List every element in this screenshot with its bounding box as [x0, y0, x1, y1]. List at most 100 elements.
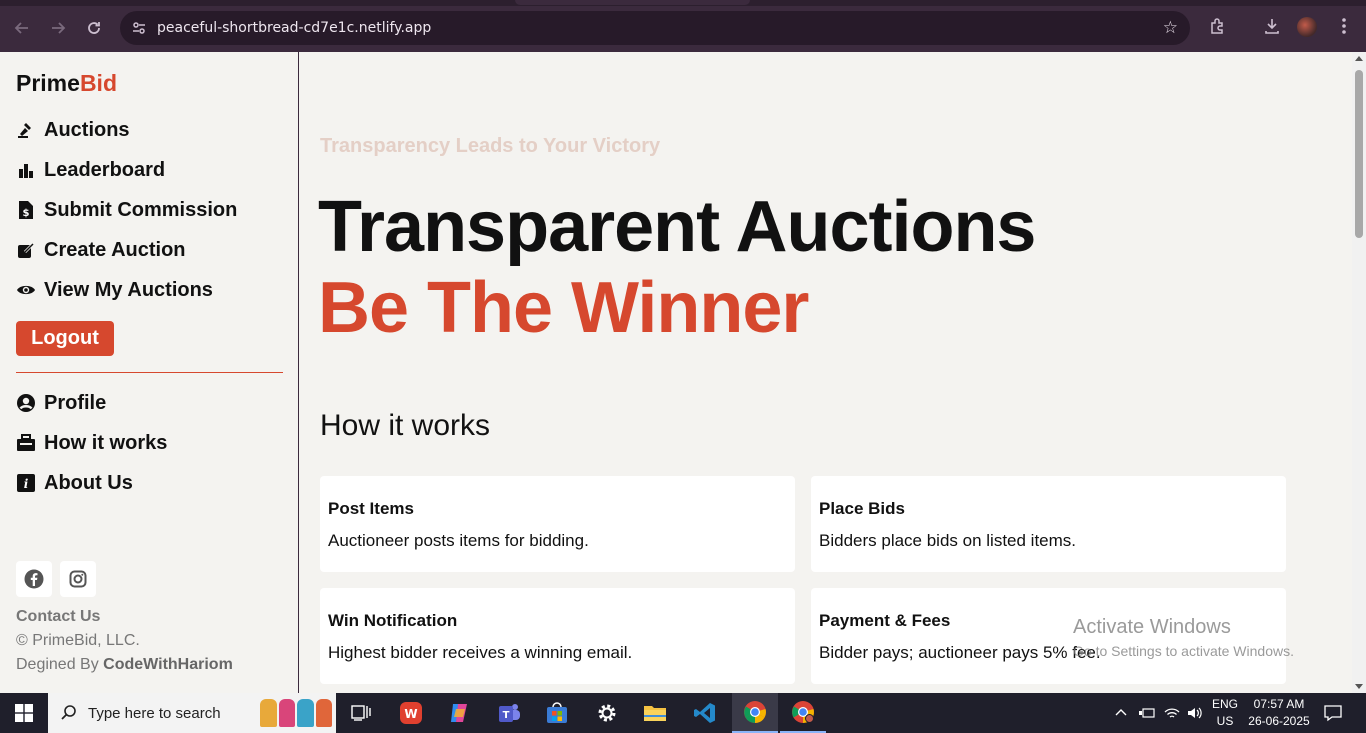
battery-icon[interactable] — [1138, 693, 1156, 733]
user-circle-icon — [16, 393, 36, 413]
notification-center-icon[interactable] — [1323, 693, 1343, 733]
clock-date: 26-06-2025 — [1248, 714, 1310, 728]
hero-title-line2: Be The Winner — [318, 268, 809, 348]
download-icon[interactable] — [1260, 14, 1284, 38]
windows-start-icon[interactable] — [0, 693, 48, 733]
wps-office-icon[interactable]: W — [388, 693, 434, 733]
more-menu-icon[interactable] — [1332, 14, 1356, 38]
hero-tagline: Transparency Leads to Your Victory — [320, 135, 661, 157]
url-text[interactable]: peaceful-shortbread-cd7e1c.netlify.app — [157, 20, 431, 36]
facebook-icon[interactable] — [16, 561, 52, 597]
nav-item-profile[interactable]: Profile — [16, 389, 106, 417]
search-highlight-illustration — [260, 699, 332, 727]
contact-us-link[interactable]: Contact Us — [16, 608, 100, 626]
bar-chart-icon — [16, 160, 36, 180]
logo-main-text: Prime — [16, 70, 80, 96]
search-icon — [61, 705, 76, 720]
app-logo[interactable]: PrimeBid — [16, 70, 117, 97]
info-icon: i — [16, 473, 36, 493]
nav-item-auctions[interactable]: Auctions — [16, 116, 130, 144]
eye-icon — [16, 280, 36, 300]
nav-label: About Us — [44, 471, 133, 494]
hero-title-line1: Transparent Auctions — [318, 187, 1036, 267]
chrome-profile-icon[interactable] — [780, 693, 826, 733]
svg-text:T: T — [503, 710, 510, 721]
scroll-up-arrow-icon[interactable] — [1355, 56, 1363, 61]
copilot-icon[interactable] — [436, 693, 482, 733]
nav-label: Leaderboard — [44, 158, 166, 181]
browser-toolbar: peaceful-shortbread-cd7e1c.netlify.app ☆ — [0, 0, 1366, 52]
card-title: Place Bids — [819, 499, 905, 518]
page-scrollbar[interactable] — [1352, 52, 1366, 693]
back-arrow-icon[interactable] — [8, 14, 36, 42]
nav-label: Create Auction — [44, 238, 186, 261]
scrollbar-thumb[interactable] — [1355, 70, 1363, 238]
step-card-place-bids: Place Bids Bidders place bids on listed … — [811, 476, 1286, 572]
teams-icon[interactable]: T — [486, 693, 532, 733]
nav-label: Submit Commission — [44, 198, 238, 221]
taskbar-search-box[interactable]: Type here to search — [48, 693, 336, 733]
input-language-indicator[interactable]: ENG US — [1211, 696, 1239, 730]
watermark-title: Activate Windows — [1073, 616, 1231, 638]
card-description: Highest bidder receives a winning email. — [328, 643, 633, 662]
bookmark-star-icon[interactable]: ☆ — [1163, 18, 1178, 38]
svg-text:W: W — [404, 707, 417, 721]
lang-region: US — [1216, 714, 1234, 728]
svg-text:$: $ — [23, 208, 30, 219]
reload-icon[interactable] — [80, 14, 108, 42]
scroll-down-arrow-icon[interactable] — [1355, 684, 1363, 689]
card-title: Post Items — [328, 499, 414, 518]
nav-item-create-auction[interactable]: Create Auction — [16, 236, 186, 264]
nav-item-about-us[interactable]: i About Us — [16, 469, 133, 497]
nav-label: Auctions — [44, 118, 130, 141]
card-description: Bidders place bids on listed items. — [819, 531, 1077, 550]
microsoft-store-icon[interactable] — [534, 693, 580, 733]
logo-accent-text: Bid — [79, 70, 117, 96]
file-explorer-icon[interactable] — [632, 693, 678, 733]
active-tab[interactable] — [515, 0, 750, 5]
settings-gear-icon[interactable] — [584, 693, 630, 733]
step-card-post-items: Post Items Auctioneer posts items for bi… — [320, 476, 795, 572]
card-description: Auctioneer posts items for bidding. — [328, 531, 589, 550]
site-settings-icon[interactable] — [130, 19, 148, 37]
main-content: Transparency Leads to Your Victory Trans… — [300, 52, 1352, 693]
designed-by-prefix: Degined By — [16, 656, 104, 673]
profile-avatar[interactable] — [1297, 17, 1317, 37]
copyright-text: © PrimeBid, LLC. — [16, 632, 140, 649]
nav-item-leaderboard[interactable]: Leaderboard — [16, 156, 165, 184]
volume-icon[interactable] — [1186, 693, 1204, 733]
designed-by-author[interactable]: CodeWithHariom — [103, 656, 233, 673]
dollar-file-icon: $ — [16, 200, 36, 220]
clock-time: 07:57 AM — [1253, 697, 1305, 711]
search-placeholder: Type here to search — [88, 704, 221, 722]
lang-code: ENG — [1211, 697, 1238, 711]
nav-item-submit-commission[interactable]: $ Submit Commission — [16, 196, 237, 224]
step-card-win-notification: Win Notification Highest bidder receives… — [320, 588, 795, 684]
sidebar: PrimeBid Auctions Leaderboard $ Submit C… — [0, 52, 299, 693]
vscode-icon[interactable] — [682, 693, 728, 733]
nav-item-view-my-auctions[interactable]: View My Auctions — [16, 276, 213, 304]
sidebar-divider — [16, 372, 283, 373]
toolbox-icon — [16, 433, 36, 453]
nav-label: Profile — [44, 391, 107, 414]
edit-icon — [16, 240, 36, 260]
task-view-icon[interactable] — [338, 693, 384, 733]
show-hidden-icons[interactable] — [1114, 693, 1128, 733]
chrome-icon[interactable] — [732, 693, 778, 733]
windows-taskbar: Type here to search W T ENG US 07:57 AM … — [0, 693, 1366, 733]
wifi-icon[interactable] — [1163, 693, 1181, 733]
activate-windows-watermark: Activate Windows Go to Settings to activ… — [1073, 616, 1294, 659]
instagram-icon[interactable] — [60, 561, 96, 597]
nav-item-how-it-works[interactable]: How it works — [16, 429, 167, 457]
address-bar[interactable]: peaceful-shortbread-cd7e1c.netlify.app ☆ — [120, 11, 1190, 45]
forward-arrow-icon[interactable] — [44, 14, 72, 42]
taskbar-clock[interactable]: 07:57 AM 26-06-2025 — [1243, 696, 1315, 730]
card-description: Bidder pays; auctioneer pays 5% fee. — [819, 643, 1101, 662]
watermark-subtitle: Go to Settings to activate Windows. — [1073, 643, 1294, 659]
designed-by-text: Degined By CodeWithHariom — [16, 656, 233, 674]
extensions-icon[interactable] — [1206, 14, 1230, 38]
nav-label: View My Auctions — [44, 278, 213, 301]
logout-button[interactable]: Logout — [16, 321, 114, 356]
nav-label: How it works — [44, 431, 168, 454]
gavel-icon — [16, 120, 36, 140]
